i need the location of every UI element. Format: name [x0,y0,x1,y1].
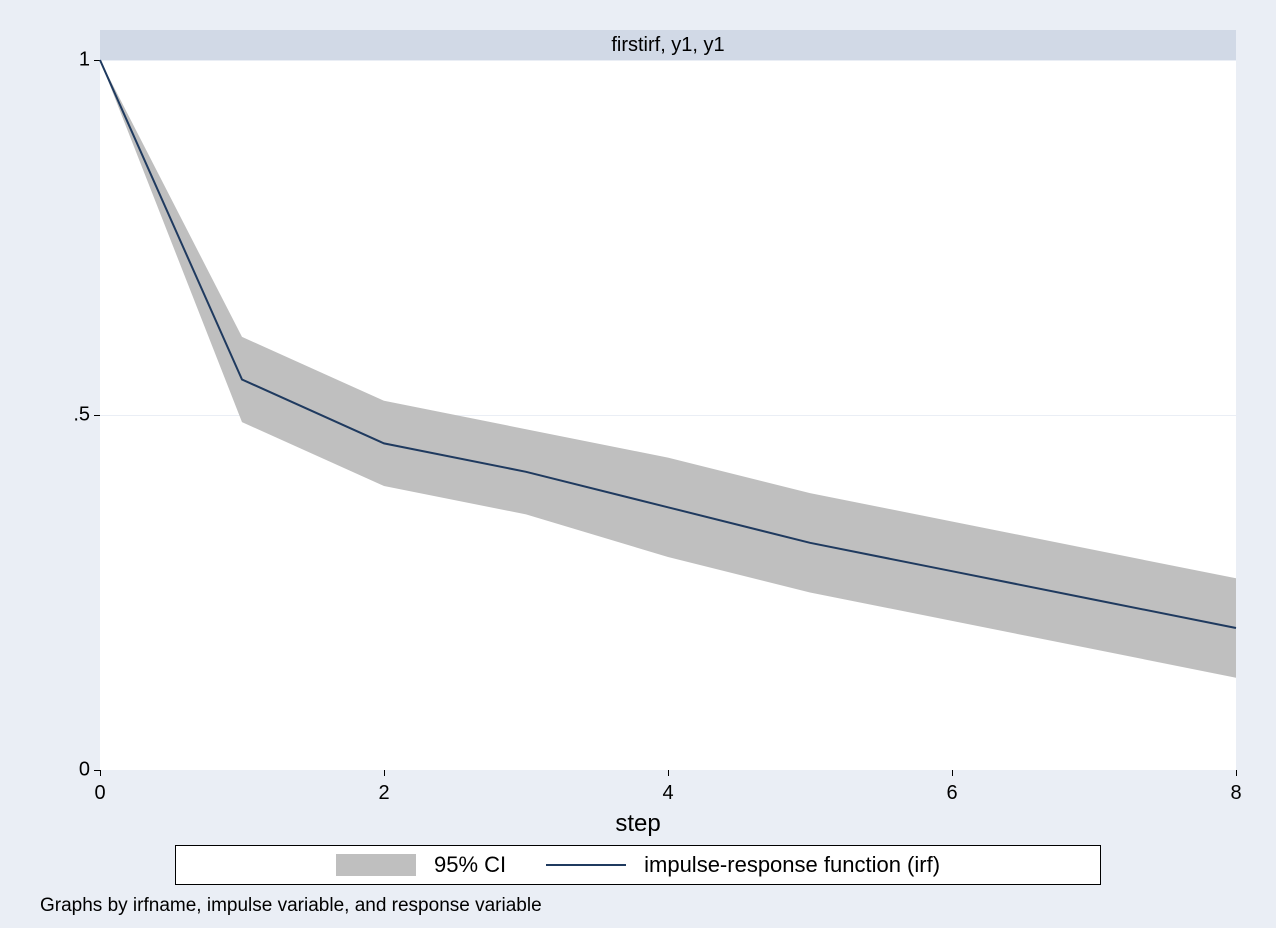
x-tick-label-2: 2 [378,782,389,805]
x-tick-mark [100,770,101,776]
legend-label-irf: impulse-response function (irf) [644,852,940,878]
x-tick-mark [1236,770,1237,776]
x-axis-label: step [0,810,1276,838]
legend: 95% CI impulse-response function (irf) [175,845,1101,885]
y-tick-label-0: 0 [40,759,90,782]
y-tick-label-05: .5 [40,404,90,427]
x-tick-mark [668,770,669,776]
legend-item-irf: impulse-response function (irf) [546,852,940,878]
chart-container: firstirf, y1, y1 0 .5 1 0 2 4 6 8 step 9… [0,0,1276,928]
x-tick-label-6: 6 [946,782,957,805]
legend-item-ci: 95% CI [336,852,506,878]
ci-swatch-icon [336,854,416,876]
line-swatch-icon [546,864,626,866]
y-tick-label-1: 1 [40,49,90,72]
plot-svg [100,30,1236,770]
x-tick-mark [952,770,953,776]
x-tick-label-8: 8 [1230,782,1241,805]
x-tick-mark [384,770,385,776]
ci-band [100,60,1236,678]
x-tick-label-0: 0 [94,782,105,805]
legend-label-ci: 95% CI [434,852,506,878]
footnote: Graphs by irfname, impulse variable, and… [40,895,542,917]
x-tick-label-4: 4 [662,782,673,805]
